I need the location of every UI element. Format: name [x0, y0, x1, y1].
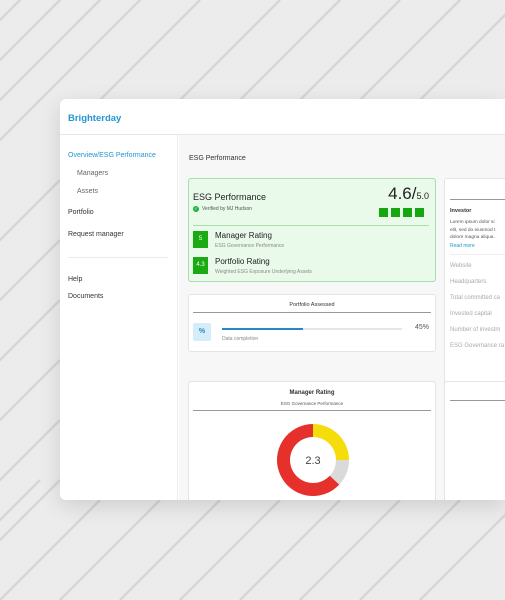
- manager-rating-card-title: Manager Rating: [289, 390, 335, 396]
- esg-card-title: ESG Performance: [193, 192, 267, 202]
- manager-rating-subtitle: ESG Governance Performance: [215, 243, 285, 249]
- read-more-link[interactable]: Read more: [450, 243, 475, 249]
- rating-square-4: [415, 208, 424, 217]
- card-divider: [450, 400, 505, 401]
- score-value: 4.6/: [388, 184, 417, 203]
- main-content: ESG Performance ESG Performance ✓ Verifi…: [179, 135, 505, 500]
- progress-caption: Data completion: [222, 336, 259, 342]
- field-invested-capital: Invested capital: [450, 311, 492, 317]
- description-line: dolore magna aliqua.: [450, 235, 495, 240]
- field-headquarters: Headquarters: [450, 279, 487, 285]
- card-divider: [193, 410, 431, 411]
- page-title: ESG Performance: [189, 155, 246, 162]
- field-total-committed: Total committed ca: [450, 295, 501, 301]
- esg-card-divider: [193, 225, 429, 226]
- description-line: Lorem ipsum dolor si: [450, 220, 495, 225]
- sidebar-item-documents[interactable]: Documents: [68, 293, 103, 300]
- card-divider: [193, 312, 431, 313]
- field-esg-governance: ESG Governance ra: [450, 343, 505, 349]
- investor-description: Lorem ipsum dolor si elit, sed do eiusmo…: [450, 219, 495, 242]
- manager-rating-card: Manager Rating ESG Governance Performanc…: [188, 381, 436, 500]
- description-line: elit, sed do eiusmod t: [450, 227, 496, 233]
- progress-fill: [222, 328, 303, 330]
- investor-divider: [450, 254, 505, 255]
- investor-title: Investor: [450, 208, 472, 214]
- sidebar-divider: [68, 257, 168, 258]
- percent-icon: %: [193, 323, 211, 341]
- field-website: Website: [450, 263, 472, 269]
- portfolio-assessed-card: Portfolio Assessed % 45% Data completion: [188, 294, 436, 352]
- manager-rating-card-subtitle: ESG Governance Performance: [280, 401, 344, 406]
- sidebar-item-managers[interactable]: Managers: [77, 170, 108, 177]
- esg-score: 4.6/5.0: [388, 184, 429, 204]
- donut-center-value: 2.3: [305, 455, 320, 467]
- verified-text: Verified by MJ Hudson: [202, 206, 253, 212]
- card-divider: [450, 199, 505, 200]
- brand-logo[interactable]: Brighterday: [68, 113, 121, 124]
- check-circle-icon: ✓: [193, 206, 199, 212]
- manager-rating-badge: 5: [193, 231, 208, 248]
- secondary-card: [444, 381, 505, 500]
- data-completion-progress-bar: [222, 328, 402, 330]
- app-window: Brighterday Overview/ESG Performance Man…: [60, 99, 505, 500]
- sidebar-item-help[interactable]: Help: [68, 276, 82, 283]
- portfolio-rating-subtitle: Weighted ESG Exposure Underlying Assets: [215, 269, 312, 275]
- rating-square-3: [403, 208, 412, 217]
- progress-percent: 45%: [414, 324, 429, 331]
- sidebar-item-overview[interactable]: Overview/ESG Performance: [68, 152, 156, 159]
- rating-square-1: [379, 208, 388, 217]
- portfolio-assessed-title: Portfolio Assessed: [289, 302, 335, 308]
- sidebar-item-portfolio[interactable]: Portfolio: [68, 209, 94, 216]
- manager-rating-title[interactable]: Manager Rating: [215, 231, 272, 240]
- rating-square-2: [391, 208, 400, 217]
- sidebar-item-assets[interactable]: Assets: [77, 188, 98, 195]
- verified-badge: ✓ Verified by MJ Hudson: [193, 206, 252, 212]
- field-number-investments: Number of investm: [450, 327, 501, 333]
- sidebar: Overview/ESG Performance Managers Assets…: [60, 135, 178, 500]
- manager-rating-donut: 2.3: [277, 424, 349, 496]
- score-max: 5.0: [416, 191, 429, 201]
- portfolio-rating-title[interactable]: Portfolio Rating: [215, 257, 270, 266]
- sidebar-item-request-manager[interactable]: Request manager: [68, 231, 124, 238]
- portfolio-rating-badge: 4.3: [193, 257, 208, 274]
- investor-card: Investor Lorem ipsum dolor si elit, sed …: [444, 178, 505, 404]
- esg-performance-card: ESG Performance ✓ Verified by MJ Hudson …: [188, 178, 436, 282]
